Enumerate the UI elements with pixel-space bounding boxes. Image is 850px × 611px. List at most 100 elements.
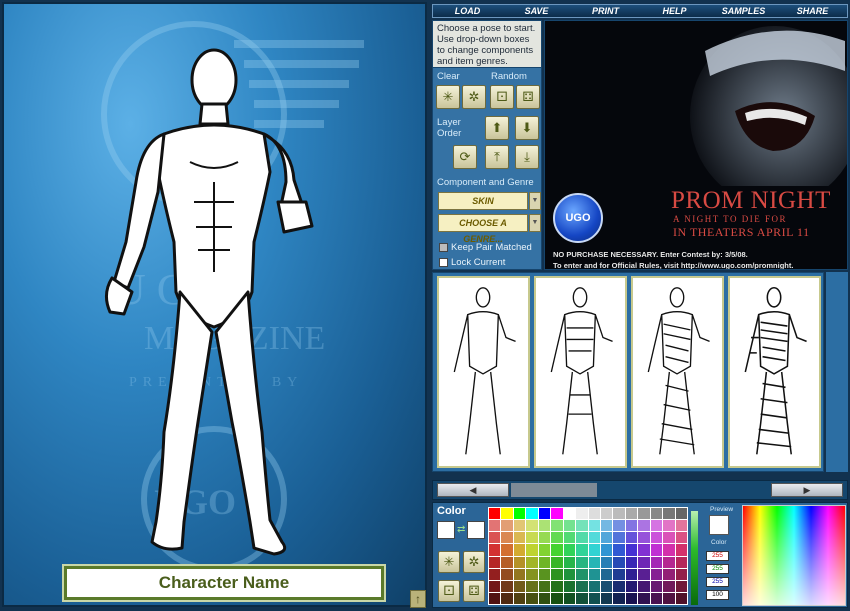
move-up-icon[interactable]: ⬆	[485, 116, 509, 140]
color-swatch[interactable]	[588, 520, 600, 532]
color-swatch[interactable]	[600, 544, 613, 556]
color-swatch[interactable]	[538, 556, 551, 568]
component-select[interactable]: SKIN	[438, 192, 528, 210]
color-swatch[interactable]	[526, 580, 538, 592]
color-swatch[interactable]	[638, 520, 650, 532]
color-swatch[interactable]	[625, 532, 638, 544]
color-swatch[interactable]	[538, 520, 551, 532]
color-swatch[interactable]	[675, 592, 687, 604]
color-swatch[interactable]	[513, 568, 526, 580]
color-swatch[interactable]	[526, 568, 538, 580]
color-swatch[interactable]	[576, 580, 588, 592]
color-swatch[interactable]	[551, 508, 563, 520]
color-swatch[interactable]	[501, 508, 513, 520]
move-bottom-icon[interactable]: ⤓	[515, 145, 539, 169]
color-swatch[interactable]	[613, 520, 625, 532]
color-swatch[interactable]	[501, 592, 513, 604]
color-swatch[interactable]	[613, 544, 625, 556]
color-swatch[interactable]	[526, 556, 538, 568]
nav-save[interactable]: SAVE	[502, 5, 571, 17]
color-swatch[interactable]	[600, 532, 613, 544]
color-swatch-grid[interactable]	[488, 507, 688, 605]
color-swatch[interactable]	[650, 580, 663, 592]
color-swatch[interactable]	[588, 544, 600, 556]
color-swatch[interactable]	[563, 532, 576, 544]
color-swatch[interactable]	[675, 580, 687, 592]
color-swatch[interactable]	[513, 544, 526, 556]
color-swatch[interactable]	[600, 520, 613, 532]
color-swatch[interactable]	[538, 568, 551, 580]
color-swatch[interactable]	[576, 568, 588, 580]
color-swatch[interactable]	[501, 568, 513, 580]
color-swatch[interactable]	[551, 556, 563, 568]
green-value-input[interactable]: 255	[706, 564, 729, 574]
pose-thumbnail[interactable]	[534, 276, 627, 468]
color-swatch[interactable]	[563, 508, 576, 520]
color-swatch[interactable]	[563, 520, 576, 532]
color-swatch[interactable]	[513, 508, 526, 520]
keep-pair-checkbox[interactable]: Keep Pair Matched	[439, 242, 532, 253]
thumbnail-slider[interactable]: ◀ ▶	[432, 480, 848, 500]
color-swatch[interactable]	[489, 568, 501, 580]
color-swatch[interactable]	[576, 532, 588, 544]
color-swatch[interactable]	[513, 556, 526, 568]
color-swatch[interactable]	[675, 508, 687, 520]
color-swatch[interactable]	[551, 520, 563, 532]
scroll-up-button[interactable]: ↑	[410, 590, 426, 608]
color-swatch[interactable]	[588, 580, 600, 592]
chevron-down-icon[interactable]: ▼	[529, 214, 541, 232]
color-swatch[interactable]	[576, 592, 588, 604]
color-swatch[interactable]	[638, 568, 650, 580]
color-swatch[interactable]	[638, 580, 650, 592]
lock-current-checkbox[interactable]: Lock Current	[439, 257, 505, 268]
color-swatch[interactable]	[513, 592, 526, 604]
color-swatch[interactable]	[489, 508, 501, 520]
arrow-right-icon[interactable]: ▶	[771, 483, 843, 497]
color-swatch[interactable]	[513, 580, 526, 592]
checkbox-box[interactable]	[439, 258, 448, 267]
pose-thumbnail[interactable]	[728, 276, 821, 468]
color-swatch[interactable]	[526, 544, 538, 556]
color-swatch[interactable]	[551, 592, 563, 604]
color-swatch[interactable]	[638, 556, 650, 568]
chevron-down-icon[interactable]: ▼	[529, 192, 541, 210]
color-swatch[interactable]	[613, 580, 625, 592]
color-swatch[interactable]	[588, 532, 600, 544]
color-swatch[interactable]	[638, 592, 650, 604]
color-swatch[interactable]	[600, 508, 613, 520]
fill-color-icon[interactable]: ✳	[438, 551, 460, 573]
color-swatch[interactable]	[501, 520, 513, 532]
color-swatch[interactable]	[625, 568, 638, 580]
color-swatch[interactable]	[613, 592, 625, 604]
color-swatch[interactable]	[613, 532, 625, 544]
color-swatch[interactable]	[625, 592, 638, 604]
alpha-value-input[interactable]: 100	[706, 590, 729, 600]
official-rules-link[interactable]: Official Rules	[612, 261, 660, 269]
color-swatch[interactable]	[675, 520, 687, 532]
color-swatch[interactable]	[588, 568, 600, 580]
color-swatch[interactable]	[625, 520, 638, 532]
ugo-logo[interactable]: UGO	[553, 193, 603, 243]
color-swatch[interactable]	[650, 532, 663, 544]
color-swatch[interactable]	[563, 544, 576, 556]
character-name-field[interactable]: Character Name	[62, 564, 386, 602]
color-swatch[interactable]	[563, 556, 576, 568]
color-swatch[interactable]	[501, 580, 513, 592]
color-swatch[interactable]	[675, 556, 687, 568]
color-swatch[interactable]	[663, 520, 675, 532]
color-swatch[interactable]	[551, 580, 563, 592]
red-value-input[interactable]: 255	[706, 551, 729, 561]
color-swatch[interactable]	[538, 544, 551, 556]
color-swatch[interactable]	[588, 592, 600, 604]
color-swatch[interactable]	[650, 520, 663, 532]
color-swatch[interactable]	[501, 556, 513, 568]
color-swatch[interactable]	[489, 556, 501, 568]
color-swatch[interactable]	[576, 508, 588, 520]
color-swatch[interactable]	[613, 568, 625, 580]
color-swatch[interactable]	[663, 580, 675, 592]
color-swatch[interactable]	[576, 556, 588, 568]
color-swatch[interactable]	[625, 544, 638, 556]
color-swatch[interactable]	[650, 568, 663, 580]
character-figure[interactable]	[94, 42, 334, 562]
color-swatch[interactable]	[526, 508, 538, 520]
